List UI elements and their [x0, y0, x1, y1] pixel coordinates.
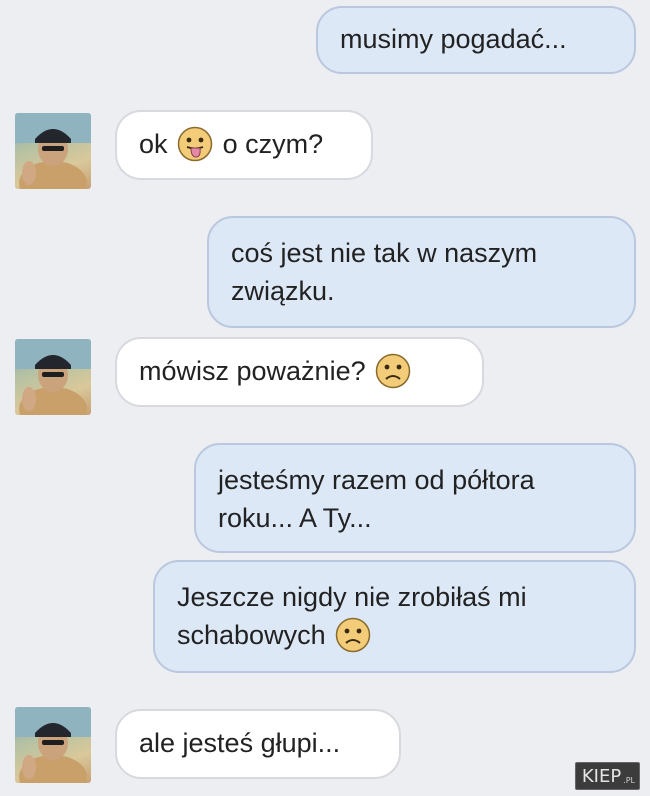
message-text-line: coś jest nie tak w naszym [231, 238, 538, 268]
message-text-line: schabowych [177, 620, 326, 650]
message-text: musimy pogadać... [340, 24, 567, 54]
sad-emoji-icon [335, 617, 371, 653]
message-text: ale jesteś głupi... [139, 728, 341, 758]
message-text: ok [139, 129, 168, 159]
tongue-out-emoji-icon [177, 126, 213, 162]
watermark-logo: KIEP .PL [574, 762, 640, 790]
watermark-text: KIEP [581, 765, 622, 787]
received-message-bubble: ok o czym? [115, 110, 373, 180]
sent-message-bubble: coś jest nie tak w naszym związku. [207, 216, 636, 328]
watermark-tld: .PL [623, 776, 635, 785]
sent-message-bubble: Jeszcze nigdy nie zrobiłaś mi schabowych [153, 560, 636, 673]
received-message-bubble: ale jesteś głupi... [115, 709, 401, 779]
sad-emoji-icon [375, 353, 411, 389]
message-text-line: Jeszcze nigdy nie zrobiłaś mi [177, 582, 527, 612]
sent-message-bubble: musimy pogadać... [316, 6, 636, 74]
message-text: mówisz poważnie? [139, 356, 366, 386]
sent-message-bubble: jesteśmy razem od półtora roku... A Ty..… [194, 443, 636, 553]
avatar[interactable] [15, 339, 91, 415]
message-text-line: związku. [231, 276, 335, 306]
message-text-line: roku... A Ty... [218, 503, 372, 533]
avatar[interactable] [15, 707, 91, 783]
message-text-line: jesteśmy razem od półtora [218, 465, 535, 495]
received-message-bubble: mówisz poważnie? [115, 337, 484, 407]
message-text: o czym? [222, 129, 324, 159]
avatar[interactable] [15, 113, 91, 189]
